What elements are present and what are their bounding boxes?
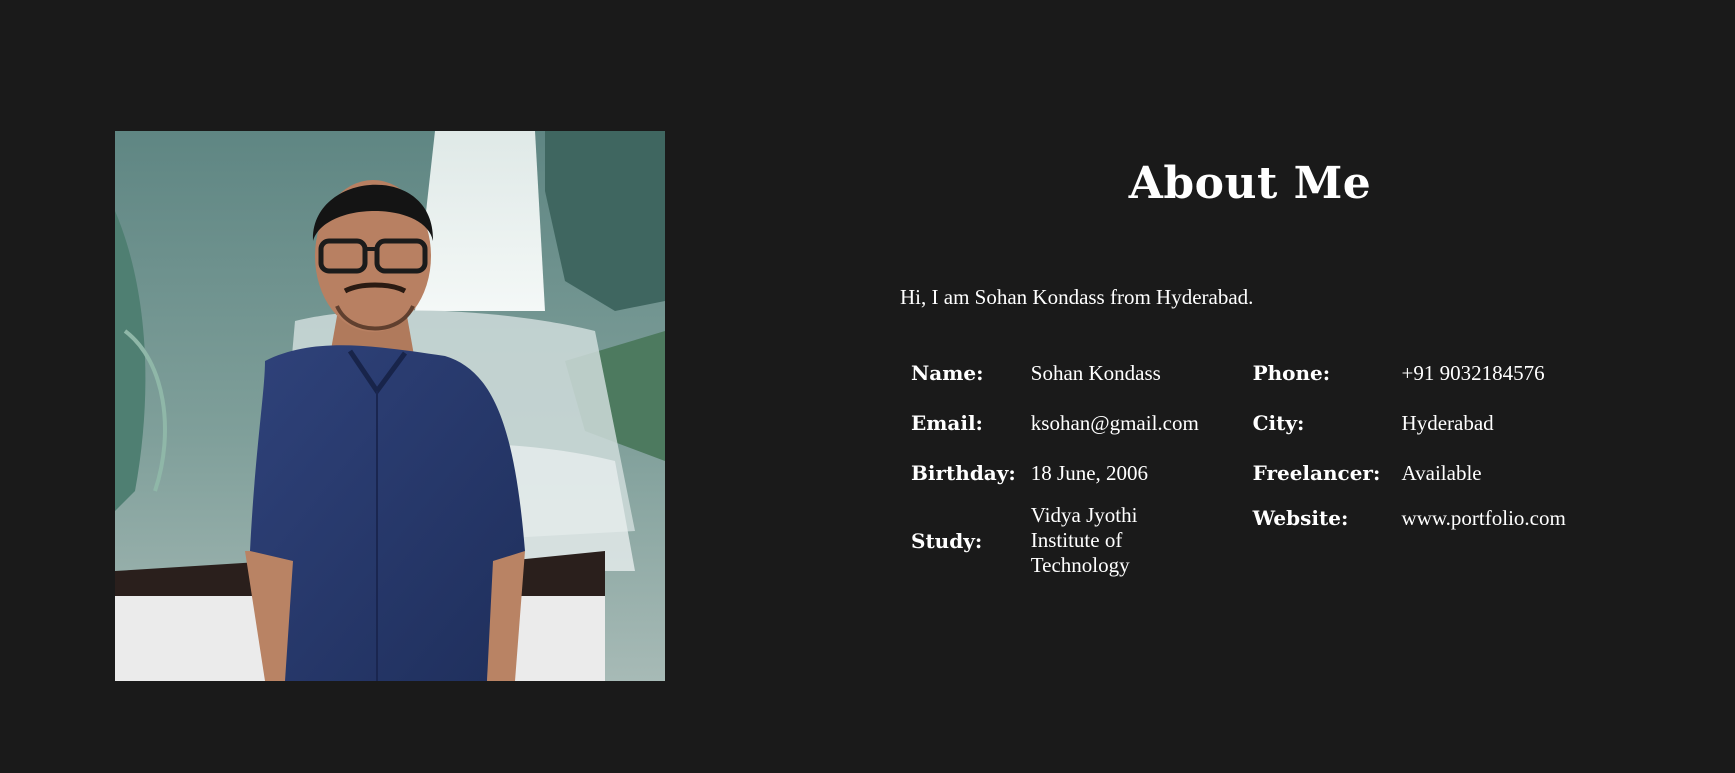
about-content: About Me Hi, I am Sohan Kondass from Hyd… (890, 150, 1610, 583)
website-label: Website: (1252, 506, 1349, 530)
email-label: Email: (911, 411, 983, 435)
birthday-value: 18 June, 2006 (1030, 460, 1149, 485)
info-row: Name: Sohan Kondass Phone: +91 903218457… (906, 348, 1610, 398)
name-label: Name: (911, 361, 984, 385)
study-label: Study: (911, 528, 983, 553)
page-title: About Me (1128, 158, 1372, 209)
website-value: www.portfolio.com (1401, 506, 1566, 530)
info-row: Birthday: 18 June, 2006 Freelancer: Avai… (906, 448, 1610, 498)
profile-photo (115, 131, 665, 681)
intro-text: Hi, I am Sohan Kondass from Hyderabad. (900, 285, 1254, 309)
freelancer-value: Available (1401, 460, 1482, 485)
about-section: About Me Hi, I am Sohan Kondass from Hyd… (0, 0, 1735, 773)
freelancer-label: Freelancer: (1252, 461, 1381, 485)
study-value: Vidya Jyothi Institute of Technology (1030, 503, 1138, 577)
birthday-label: Birthday: (911, 461, 1016, 485)
city-label: City: (1252, 411, 1305, 435)
city-value: Hyderabad (1401, 410, 1494, 435)
info-table: Name: Sohan Kondass Phone: +91 903218457… (906, 348, 1610, 583)
email-value: ksohan@gmail.com (1030, 410, 1199, 435)
phone-value: +91 9032184576 (1401, 360, 1545, 385)
phone-label: Phone: (1252, 361, 1331, 385)
info-row: Study: Vidya Jyothi Institute of Technol… (906, 498, 1610, 583)
name-value: Sohan Kondass (1030, 360, 1161, 385)
info-row: Email: ksohan@gmail.com City: Hyderabad (906, 398, 1610, 448)
study-cell: Vidya Jyothi Institute of Technology (1026, 498, 1253, 583)
